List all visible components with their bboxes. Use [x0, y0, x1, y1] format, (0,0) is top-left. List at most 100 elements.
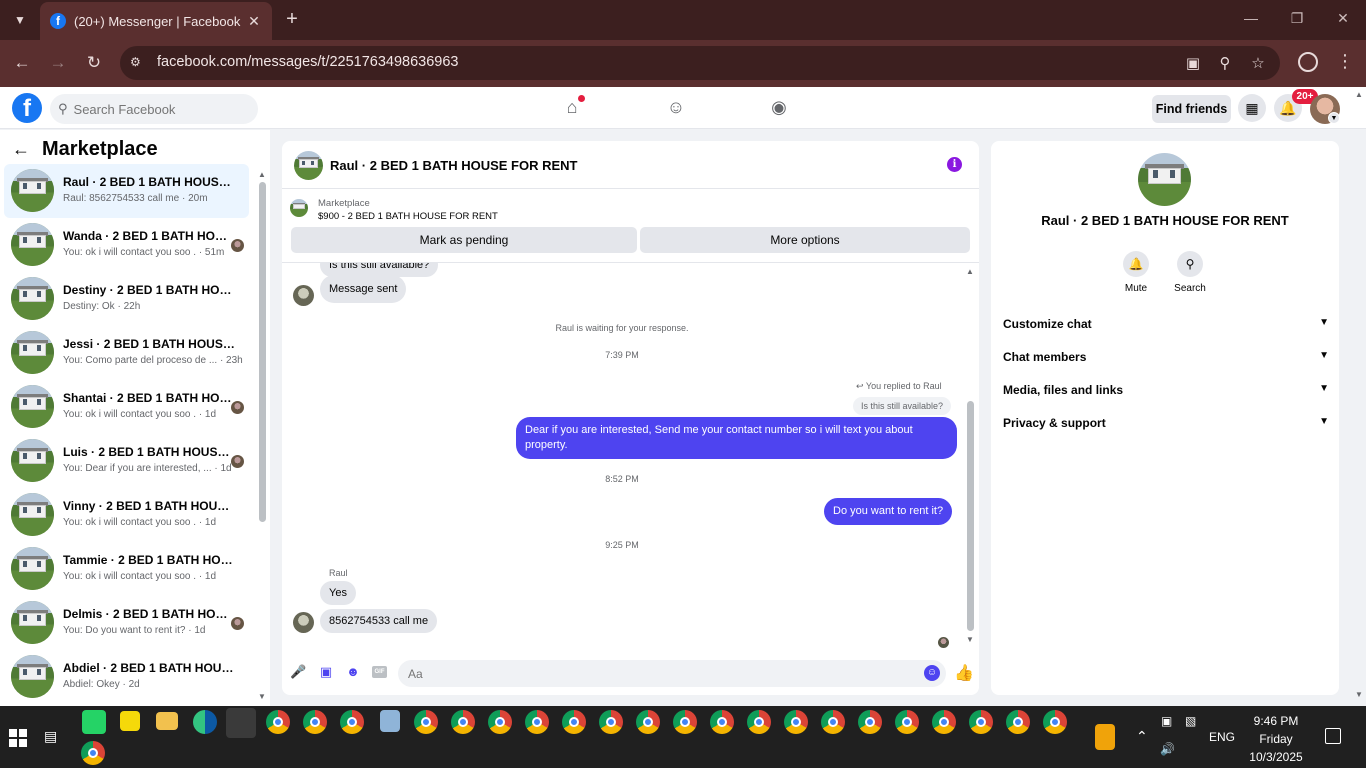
- chrome-icon[interactable]: [340, 710, 364, 734]
- conversation-item[interactable]: Abdiel · 2 BED 1 BATH HOUSE F... Abdiel: …: [4, 650, 249, 704]
- back-arrow-icon[interactable]: ←: [12, 139, 30, 160]
- microphone-icon[interactable]: 🎤: [290, 664, 306, 680]
- scroll-thumb[interactable]: [259, 182, 266, 522]
- chrome-icon[interactable]: [932, 710, 956, 734]
- restore-icon[interactable]: ❐: [1287, 10, 1307, 27]
- install-app-icon[interactable]: ▣: [1183, 54, 1203, 72]
- conversation-item[interactable]: Jessi · 2 BED 1 BATH HOUSE FO... You: Com…: [4, 326, 249, 380]
- volume-icon[interactable]: 🔊: [1160, 742, 1175, 756]
- mark-as-pending-button[interactable]: Mark as pending: [291, 227, 637, 253]
- browser-tab[interactable]: f (20+) Messenger | Facebook ✕: [40, 2, 272, 40]
- section-privacy-support[interactable]: Privacy & support ▼: [1003, 416, 1329, 436]
- groups-icon[interactable]: ◉: [768, 97, 790, 119]
- address-bar[interactable]: ⚙ facebook.com/messages/t/22517634986369…: [120, 46, 1280, 80]
- minimize-icon[interactable]: —: [1241, 10, 1261, 26]
- listing-thumbnail[interactable]: [290, 199, 308, 217]
- scroll-up-icon[interactable]: ▲: [1355, 90, 1363, 99]
- language-indicator[interactable]: ENG: [1209, 730, 1235, 744]
- edge-icon[interactable]: [193, 710, 217, 734]
- conversation-item[interactable]: Vinny · 2 BED 1 BATH HOUSE F... You: ok i…: [4, 488, 249, 542]
- browser-menu-icon[interactable]: ⋮: [1336, 51, 1354, 72]
- listing-title[interactable]: $900 - 2 BED 1 BATH HOUSE FOR RENT: [318, 211, 498, 222]
- menu-grid-icon[interactable]: ▦: [1238, 94, 1266, 122]
- conversation-list-scrollbar[interactable]: ▲ ▼: [258, 170, 266, 701]
- message-bubble-outgoing[interactable]: Dear if you are interested, Send me your…: [516, 417, 957, 459]
- system-clock[interactable]: 9:46 PM Friday 10/3/2025: [1236, 712, 1316, 766]
- chrome-icon[interactable]: [525, 710, 549, 734]
- browser-profile-icon[interactable]: [1298, 52, 1318, 72]
- chrome-icon[interactable]: [81, 741, 105, 765]
- forward-icon[interactable]: →: [48, 52, 68, 74]
- snipping-tool-icon[interactable]: [226, 708, 256, 738]
- scroll-up-icon[interactable]: ▲: [258, 170, 266, 179]
- home-icon[interactable]: ⌂: [561, 95, 585, 119]
- scroll-thumb[interactable]: [967, 401, 974, 631]
- section-customize-chat[interactable]: Customize chat ▼: [1003, 317, 1329, 337]
- conversation-item[interactable]: Tammie · 2 BED 1 BATH HOUSE ... You: ok i…: [4, 542, 249, 596]
- message-bubble-incoming[interactable]: 8562754533 call me: [320, 609, 438, 633]
- facebook-logo[interactable]: f: [12, 93, 42, 123]
- chrome-icon[interactable]: [784, 710, 808, 734]
- windows-start-icon[interactable]: [9, 729, 27, 747]
- section-media-files-links[interactable]: Media, files and links ▼: [1003, 383, 1329, 403]
- chrome-icon[interactable]: [414, 710, 438, 734]
- info-icon[interactable]: i: [947, 157, 962, 172]
- conversation-item[interactable]: Luis · 2 BED 1 BATH HOUSE F... You: Dear …: [4, 434, 249, 488]
- message-thread-scrollbar[interactable]: ▲ ▼: [966, 267, 976, 647]
- chrome-icon[interactable]: [303, 710, 327, 734]
- chat-avatar[interactable]: [294, 151, 323, 180]
- message-bubble-incoming[interactable]: Yes: [320, 581, 356, 605]
- chrome-icon[interactable]: [858, 710, 882, 734]
- zoom-icon[interactable]: ⚲: [1215, 54, 1235, 72]
- section-chat-members[interactable]: Chat members ▼: [1003, 350, 1329, 370]
- find-friends-button[interactable]: Find friends: [1152, 95, 1231, 123]
- thumbs-up-icon[interactable]: 👍: [954, 663, 974, 683]
- account-caret-icon[interactable]: ▼: [1328, 112, 1340, 124]
- facebook-search-input[interactable]: [73, 101, 244, 117]
- photo-icon[interactable]: ▣: [318, 664, 334, 680]
- chrome-icon[interactable]: [1006, 710, 1030, 734]
- tab-search-dropdown-icon[interactable]: ▼: [8, 8, 32, 32]
- chrome-icon[interactable]: [636, 710, 660, 734]
- message-bubble-outgoing[interactable]: Do you want to rent it?: [824, 498, 953, 525]
- emoji-icon[interactable]: ☺: [924, 665, 940, 681]
- notepad-icon[interactable]: [380, 710, 400, 732]
- site-info-icon[interactable]: ⚙: [130, 55, 148, 71]
- scroll-down-icon[interactable]: ▼: [1355, 690, 1363, 699]
- task-view-icon[interactable]: ▤: [44, 728, 64, 746]
- search-conversation-button[interactable]: ⚲ Search: [1165, 251, 1215, 294]
- whatsapp-icon[interactable]: [82, 710, 106, 734]
- conversation-item[interactable]: Shantai · 2 BED 1 BATH HOUS... You: ok i …: [4, 380, 249, 434]
- chrome-icon[interactable]: [266, 710, 290, 734]
- widget-app-icon[interactable]: [1095, 724, 1115, 750]
- sticker-icon[interactable]: ☻: [345, 664, 361, 680]
- quoted-message[interactable]: Is this still available?: [853, 397, 952, 415]
- chrome-icon[interactable]: [451, 710, 475, 734]
- scroll-down-icon[interactable]: ▼: [966, 635, 974, 644]
- page-scrollbar[interactable]: ▲ ▼: [1354, 90, 1364, 704]
- chrome-icon[interactable]: [969, 710, 993, 734]
- chrome-icon[interactable]: [747, 710, 771, 734]
- conversation-item[interactable]: Raul · 2 BED 1 BATH HOUSE FO... Raul: 856…: [4, 164, 249, 218]
- gif-icon[interactable]: GIF: [372, 666, 387, 678]
- chrome-icon[interactable]: [821, 710, 845, 734]
- conversation-item[interactable]: Delmis · 2 BED 1 BATH HOUS... You: Do you…: [4, 596, 249, 650]
- sticky-notes-icon[interactable]: [120, 711, 140, 731]
- conversation-item[interactable]: Wanda · 2 BED 1 BATH HOUS... You: ok i wi…: [4, 218, 249, 272]
- meet-now-icon[interactable]: ▣: [1161, 714, 1172, 728]
- chat-title[interactable]: Raul · 2 BED 1 BATH HOUSE FOR RENT: [330, 158, 578, 173]
- chrome-icon[interactable]: [562, 710, 586, 734]
- chrome-icon[interactable]: [710, 710, 734, 734]
- window-close-icon[interactable]: ✕: [1333, 10, 1353, 27]
- facebook-search[interactable]: ⚲: [50, 94, 258, 124]
- chrome-icon[interactable]: [673, 710, 697, 734]
- chrome-icon[interactable]: [488, 710, 512, 734]
- chrome-icon[interactable]: [1043, 710, 1067, 734]
- conversation-item[interactable]: Destiny · 2 BED 1 BATH HOUSE ... Destiny:…: [4, 272, 249, 326]
- scroll-up-icon[interactable]: ▲: [966, 267, 974, 276]
- bookmark-star-icon[interactable]: ☆: [1248, 54, 1268, 72]
- tray-overflow-icon[interactable]: ⌃: [1136, 728, 1148, 745]
- message-input[interactable]: [398, 660, 946, 687]
- reload-icon[interactable]: ↻: [84, 52, 104, 74]
- message-sent-notice[interactable]: Message sent: [320, 275, 407, 303]
